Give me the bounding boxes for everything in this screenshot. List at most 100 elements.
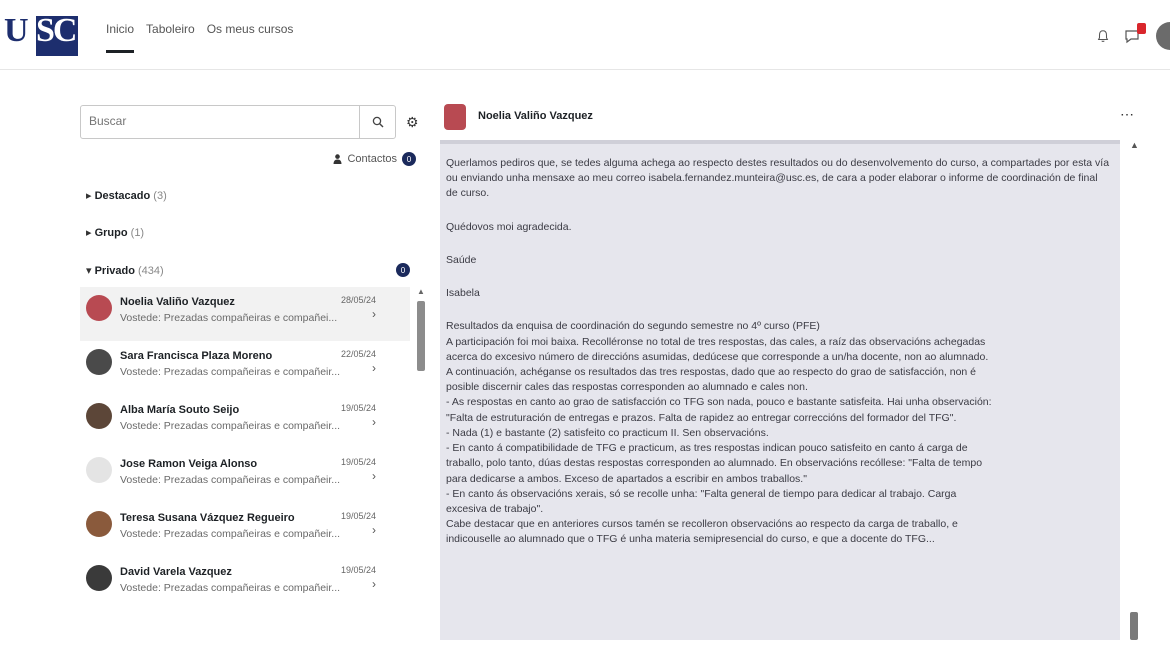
message-body: Querlamos pediros que, se tedes alguma a… <box>440 144 1120 548</box>
conversation-name: David Varela Vazquez <box>120 566 232 578</box>
conversation-date: 19/05/24 <box>340 403 376 413</box>
search-input[interactable] <box>89 114 359 128</box>
nav-link-home[interactable]: Inicio <box>106 22 135 53</box>
chevron-right-icon: › <box>372 469 376 483</box>
message-line: para dedicarse a ambos. Exceso de aparta… <box>446 472 807 485</box>
private-unread-badge: 0 <box>396 263 410 277</box>
conversation-name: Noelia Valiño Vazquez <box>120 296 235 308</box>
caret-right-icon: ▸ <box>86 227 92 239</box>
conversation-preview: Vostede: Prezadas compañeiras e compañei… <box>120 366 341 378</box>
message-line: - Nada (1) e bastante (2) satisfeito co … <box>446 426 769 439</box>
contacts-count-badge: 0 <box>402 152 416 166</box>
navbar-right <box>1096 22 1170 50</box>
conversation-item[interactable]: Alba María Souto Seijo 19/05/24 › Vosted… <box>80 395 410 449</box>
top-navbar: U SC Inicio Taboleiro Os meus cursos <box>0 0 1170 70</box>
messages-badge <box>1137 23 1146 34</box>
conversation-list-scrollbar[interactable]: ▲ <box>416 287 426 387</box>
search-icon <box>372 116 383 128</box>
chevron-right-icon: › <box>372 361 376 375</box>
message-line: "Falta de estruturación de entregas e pr… <box>446 411 957 424</box>
section-private[interactable]: ▾ Privado (434) <box>86 264 164 277</box>
conversation-name: Alba María Souto Seijo <box>120 404 240 416</box>
caret-right-icon: ▸ <box>86 190 92 202</box>
search-button[interactable] <box>359 106 395 138</box>
message-line: posible discernir cales das respostas co… <box>446 381 808 394</box>
conversation-preview: Vostede: Prezadas compañeiras e compañei… <box>120 528 341 540</box>
message-paragraph: Resultados da enquisa de coordinación do… <box>446 320 820 333</box>
avatar <box>86 349 112 375</box>
avatar <box>86 403 112 429</box>
primary-nav: Inicio Taboleiro Os meus cursos <box>106 22 293 53</box>
section-private-count: (434) <box>138 265 164 277</box>
caret-down-icon: ▾ <box>86 265 92 277</box>
avatar <box>86 511 112 537</box>
scroll-up-icon: ▲ <box>1130 140 1139 150</box>
conversation-preview: Vostede: Prezadas compañeiras e compañei… <box>120 312 338 324</box>
conversation-contact-name[interactable]: Noelia Valiño Vazquez <box>478 110 593 122</box>
message-line: indicouselle ao alumnado que o TFG é unh… <box>446 533 935 546</box>
scrollbar-thumb[interactable] <box>1130 612 1138 640</box>
conversation-date: 19/05/24 <box>340 457 376 467</box>
gear-icon[interactable]: ⚙ <box>406 114 419 131</box>
message-area: Querlamos pediros que, se tedes alguma a… <box>440 140 1120 640</box>
chevron-right-icon: › <box>372 577 376 591</box>
avatar <box>86 295 112 321</box>
message-results: A participación foi moi baixa. Recolléro… <box>446 335 1110 548</box>
section-group-label: Grupo <box>94 227 128 239</box>
usc-logo[interactable]: U SC <box>0 12 82 56</box>
avatar <box>86 565 112 591</box>
message-line: acerca do excesivo número de direccións … <box>446 350 989 363</box>
message-line: excesiva de trabajo". <box>446 502 544 515</box>
conversation-header: Noelia Valiño Vazquez ⋯ <box>440 100 1140 136</box>
logo-letter-u: U <box>4 12 29 49</box>
conversation-preview: Vostede: Prezadas compañeiras e compañei… <box>120 582 341 594</box>
messages-icon[interactable] <box>1124 23 1146 44</box>
conversation-preview: Vostede: Prezadas compañeiras e compañei… <box>120 474 341 486</box>
chevron-right-icon: › <box>372 307 376 321</box>
message-line: - As respostas en canto ao grao de satis… <box>446 396 992 409</box>
contacts-label: Contactos <box>347 153 397 165</box>
conversation-date: 22/05/24 <box>340 349 376 359</box>
conversation-date: 19/05/24 <box>340 511 376 521</box>
conversation-item[interactable]: Teresa Susana Vázquez Regueiro 19/05/24 … <box>80 503 410 557</box>
user-menu-avatar[interactable] <box>1156 22 1170 50</box>
avatar[interactable] <box>444 104 466 130</box>
message-line: - En canto ás observacións xerais, só se… <box>446 487 957 500</box>
message-paragraph: Quédovos moi agradecida. <box>446 220 572 233</box>
conversation-date: 28/05/24 <box>340 295 376 305</box>
conversation-item[interactable]: David Varela Vazquez 19/05/24 › Vostede:… <box>80 557 410 611</box>
conversation-item[interactable]: Noelia Valiño Vazquez 28/05/24 › Vostede… <box>80 287 410 341</box>
bell-icon[interactable] <box>1096 29 1110 43</box>
message-paragraph: Isabela <box>446 287 480 300</box>
avatar <box>86 457 112 483</box>
section-starred[interactable]: ▸ Destacado (3) <box>86 189 167 202</box>
conversation-preview: Vostede: Prezadas compañeiras e compañei… <box>120 420 341 432</box>
conversation-item[interactable]: Sara Francisca Plaza Moreno 22/05/24 › V… <box>80 341 410 395</box>
contacts-link[interactable]: Contactos 0 <box>333 152 416 166</box>
conversation-list: Noelia Valiño Vazquez 28/05/24 › Vostede… <box>80 287 410 647</box>
scrollbar-thumb[interactable] <box>417 301 425 371</box>
person-icon <box>333 154 342 164</box>
message-line: Cabe destacar que en anteriores cursos t… <box>446 518 958 531</box>
nav-link-my-courses[interactable]: Os meus cursos <box>207 22 294 53</box>
contacts-panel: ⚙ Contactos 0 ▸ Destacado (3) ▸ Grupo (1… <box>80 105 430 640</box>
message-line: A continuación, achéganse os resultados … <box>446 365 977 378</box>
conversation-name: Teresa Susana Vázquez Regueiro <box>120 512 295 524</box>
conversation-item[interactable]: Jose Ramon Veiga Alonso 19/05/24 › Voste… <box>80 449 410 503</box>
message-paragraph: Saúde <box>446 253 477 266</box>
section-group[interactable]: ▸ Grupo (1) <box>86 226 144 239</box>
conversation-name: Jose Ramon Veiga Alonso <box>120 458 258 470</box>
scroll-up-icon: ▲ <box>417 287 425 296</box>
conversation-panel: Noelia Valiño Vazquez ⋯ Querlamos pediro… <box>440 100 1170 640</box>
chevron-right-icon: › <box>372 415 376 429</box>
section-starred-count: (3) <box>153 190 167 202</box>
logo-box: SC <box>36 12 78 56</box>
more-options-icon[interactable]: ⋯ <box>1120 106 1134 123</box>
section-private-label: Privado <box>94 265 135 277</box>
message-line: - En canto á compatibilidade de TFG e pr… <box>446 442 968 455</box>
conversation-date: 19/05/24 <box>340 565 376 575</box>
message-area-scrollbar[interactable]: ▲ <box>1128 140 1140 640</box>
message-line: traballo, polo tanto, dúas destas respos… <box>446 457 983 470</box>
nav-link-dashboard[interactable]: Taboleiro <box>146 22 195 53</box>
section-group-count: (1) <box>130 227 145 239</box>
